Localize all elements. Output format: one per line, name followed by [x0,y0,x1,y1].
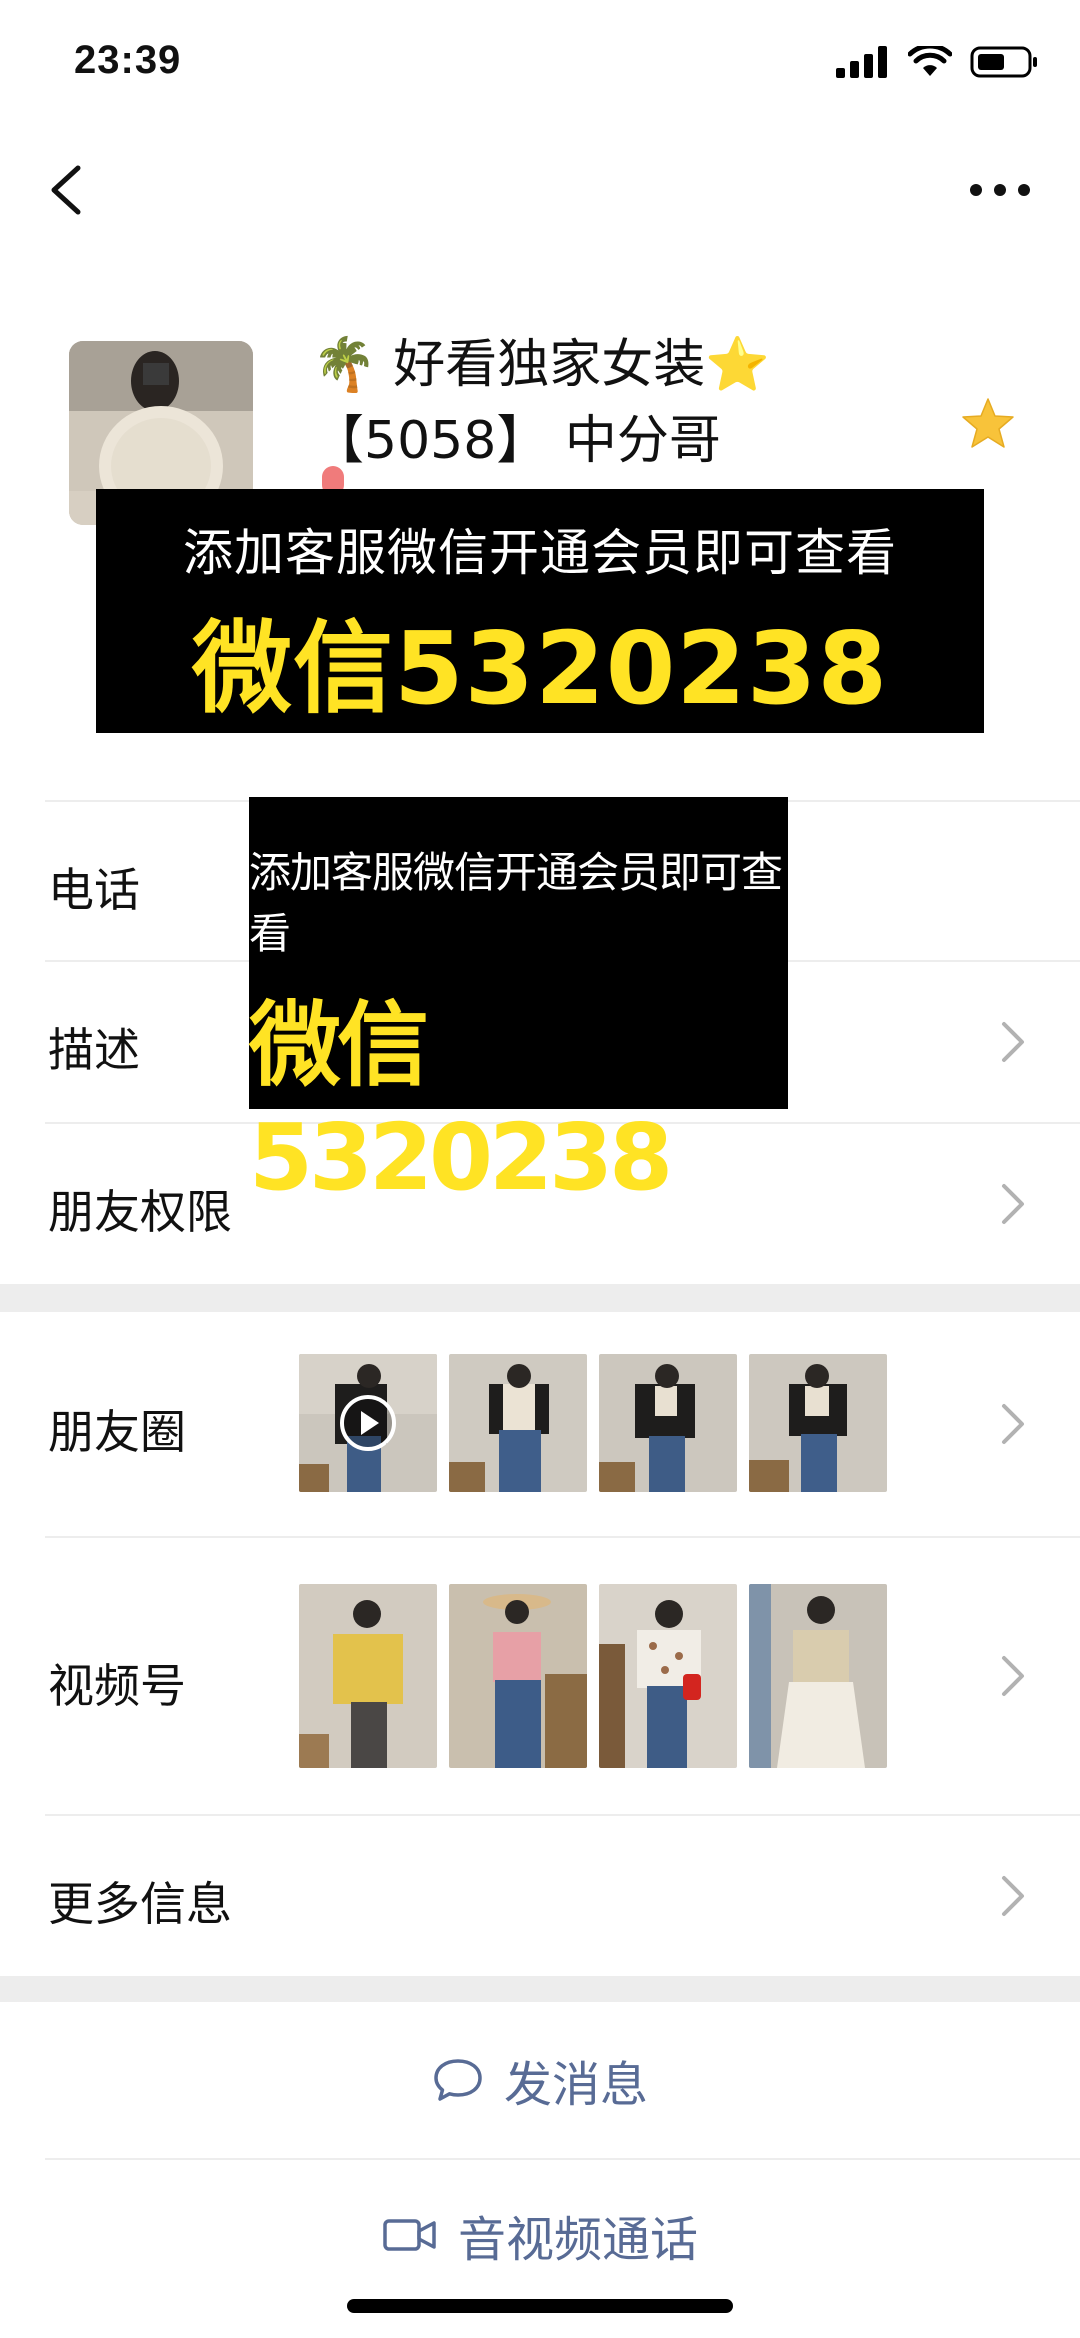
chevron-right-icon [1002,1022,1024,1062]
row-phone-label: 电话 [48,863,140,917]
overlay-banner: 添加客服微信开通会员即可查看 微信5320238 [249,797,788,1211]
row-channels-label: 视频号 [48,1659,186,1713]
overlay-banner: 添加客服微信开通会员即可查看 微信5320238 [96,489,984,733]
star-icon[interactable] [960,396,1016,452]
channel-thumbnail[interactable] [599,1584,737,1768]
row-channels[interactable]: 视频号 [0,1538,1080,1816]
chevron-right-icon [1002,1876,1024,1916]
chat-bubble-icon [434,2059,482,2101]
moments-thumbnail[interactable] [599,1354,737,1492]
channel-thumbnail[interactable] [749,1584,887,1768]
section-gap [0,1284,1080,1312]
chevron-right-icon [1002,1184,1024,1224]
channel-thumbnail[interactable] [449,1584,587,1768]
row-friend-permissions-label: 朋友权限 [48,1185,232,1239]
moments-thumbnail[interactable] [299,1354,437,1492]
status-time: 23:39 [74,38,182,82]
row-more-info-label: 更多信息 [48,1877,232,1931]
overlay-wechat-id: 微信5320238 [249,992,673,1211]
battery-icon [970,46,1037,78]
send-message-button[interactable]: 发消息 [0,2002,1080,2158]
more-icon[interactable] [968,170,1032,210]
status-icons [836,46,1040,78]
home-indicator [347,2299,733,2313]
chevron-right-icon [1002,1656,1024,1696]
overlay-text: 添加客服微信开通会员即可查看 [249,848,783,958]
overlay-wechat-id: 微信5320238 [191,610,889,727]
row-moments[interactable]: 朋友圈 [0,1312,1080,1536]
moments-thumbnail[interactable] [449,1354,587,1492]
channel-thumbnail[interactable] [299,1584,437,1768]
moments-thumbnail[interactable] [749,1354,887,1492]
row-moments-label: 朋友圈 [48,1405,186,1459]
send-message-label: 发消息 [503,2057,648,2113]
chevron-right-icon [1002,1404,1024,1444]
video-camera-icon [383,2219,436,2251]
row-more-info[interactable]: 更多信息 [0,1816,1080,1976]
contact-name-line2: 【5058】 中分哥 [312,411,721,471]
contact-name-line1: 🌴 好看独家女装⭐ [312,335,771,395]
wifi-icon [908,46,952,76]
back-icon[interactable] [40,160,100,220]
overlay-text: 添加客服微信开通会员即可查看 [183,524,897,582]
signal-icon [836,46,887,78]
video-call-button[interactable]: 音视频通话 [0,2160,1080,2310]
section-gap [0,1976,1080,2002]
row-description-label: 描述 [48,1023,140,1077]
video-call-label: 音视频通话 [457,2212,698,2268]
